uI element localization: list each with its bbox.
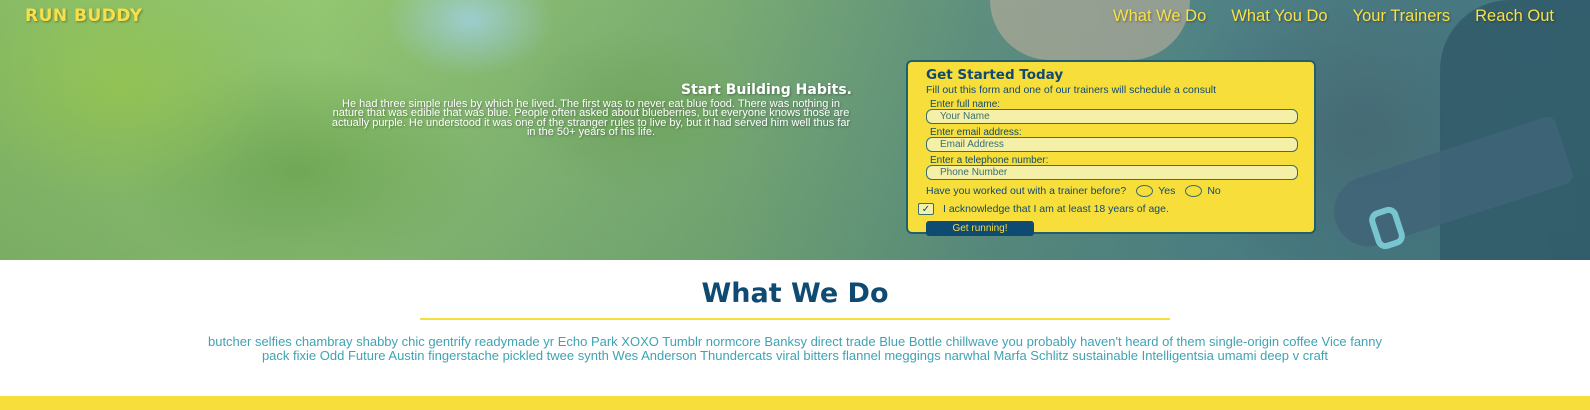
- next-section-band: [0, 396, 1590, 410]
- site-logo[interactable]: RUN BUDDY: [25, 6, 143, 26]
- submit-button[interactable]: Get running!: [926, 221, 1034, 236]
- what-we-do-section: What We Do butcher selfies chambray shab…: [0, 260, 1590, 396]
- age-checkbox[interactable]: ✓: [918, 203, 934, 215]
- trainer-question-row: Have you worked out with a trainer befor…: [926, 185, 1296, 197]
- nav-what-we-do[interactable]: What We Do: [1113, 7, 1206, 26]
- hero-banner: RUN BUDDY What We Do What You Do Your Tr…: [0, 0, 1590, 260]
- radio-no-label: No: [1207, 185, 1221, 197]
- email-input[interactable]: [926, 137, 1298, 152]
- section-title: What We Do: [701, 278, 889, 309]
- radio-yes-label: Yes: [1158, 185, 1176, 197]
- hero-body: He had three simple rules by which he li…: [331, 98, 851, 139]
- radio-no[interactable]: [1185, 185, 1203, 197]
- trainer-question: Have you worked out with a trainer befor…: [926, 185, 1127, 197]
- nav-your-trainers[interactable]: Your Trainers: [1353, 7, 1451, 26]
- radio-yes[interactable]: [1136, 185, 1154, 197]
- form-intro: Fill out this form and one of our traine…: [926, 84, 1217, 96]
- form-title: Get Started Today: [926, 67, 1064, 83]
- age-ack-label: I acknowledge that I am at least 18 year…: [943, 203, 1169, 215]
- hero-heading: Start Building Habits.: [681, 82, 852, 98]
- hero-copy: Start Building Habits. He had three simp…: [330, 82, 852, 138]
- checkmark-icon: ✓: [921, 203, 931, 215]
- phone-input[interactable]: [926, 165, 1298, 180]
- age-check-row: ✓ I acknowledge that I am at least 18 ye…: [918, 203, 1296, 215]
- nav-reach-out[interactable]: Reach Out: [1475, 7, 1554, 26]
- name-input[interactable]: [926, 109, 1298, 124]
- section-body: butcher selfies chambray shabby chic gen…: [207, 334, 1383, 363]
- section-divider: [420, 318, 1170, 320]
- nav-what-you-do[interactable]: What You Do: [1231, 7, 1327, 26]
- main-nav: What We Do What You Do Your Trainers Rea…: [1113, 7, 1554, 26]
- signup-form: Get Started Today Fill out this form and…: [906, 60, 1316, 236]
